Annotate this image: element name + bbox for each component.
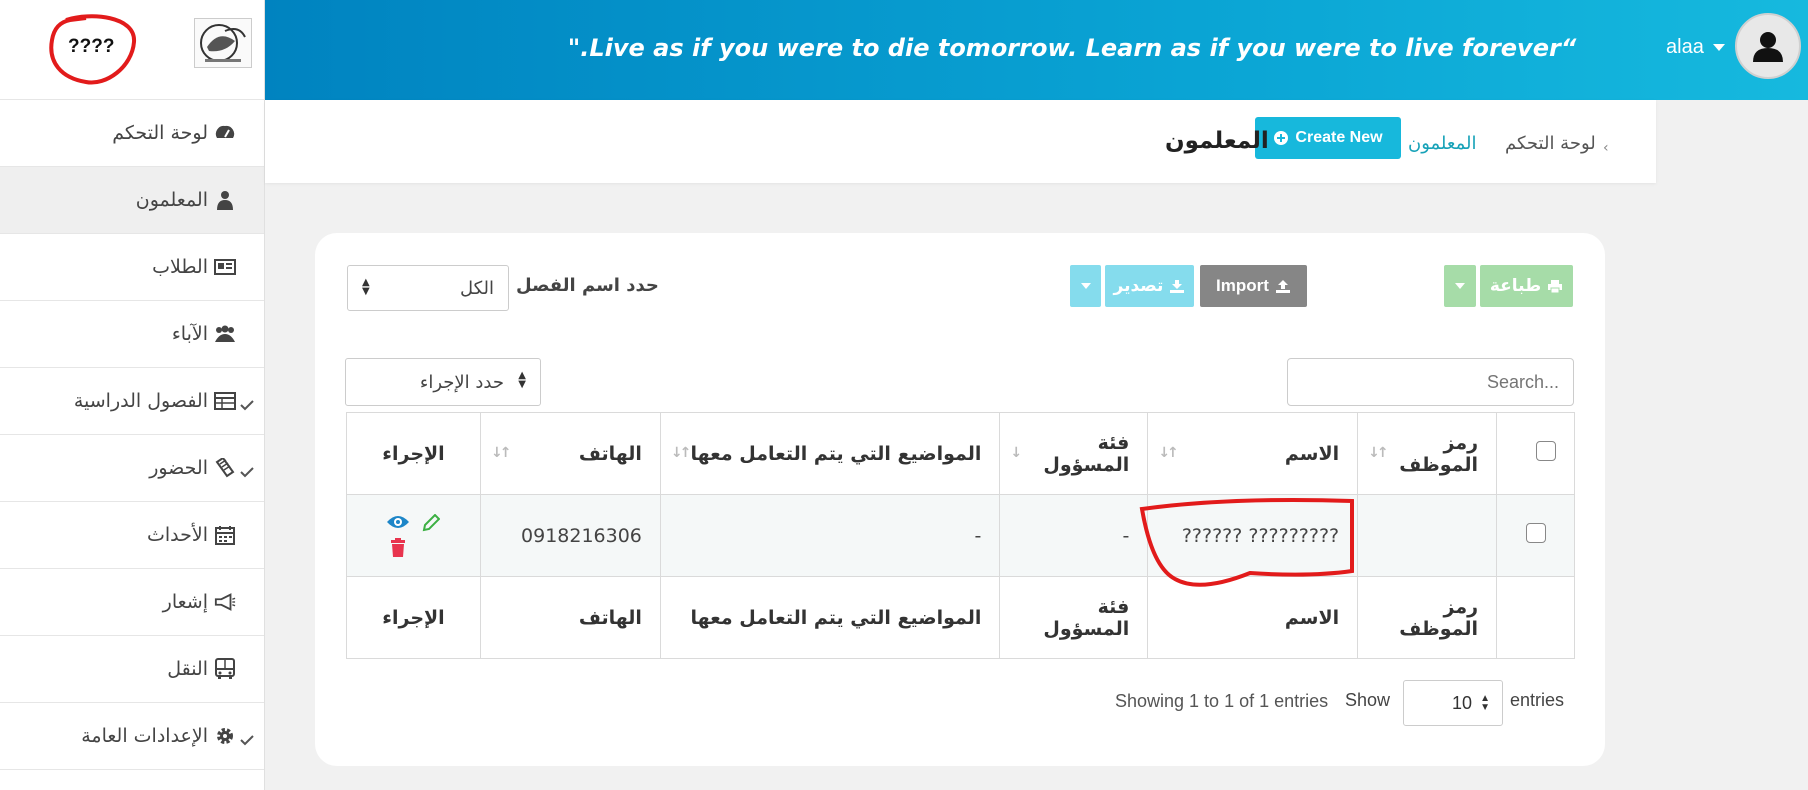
sidebar-item-attendance[interactable]: الحضور: [0, 435, 264, 502]
cell-name: ?????? ?????????: [1147, 494, 1359, 577]
cell-code: [1357, 494, 1498, 577]
show-label: Show: [1345, 690, 1391, 710]
avatar[interactable]: [1735, 13, 1801, 79]
header-quote: ".Live as if you were to die tomorrow. L…: [567, 34, 1577, 62]
sidebar-item-classes[interactable]: الفصول الدراسية: [0, 368, 264, 435]
gear-icon: [214, 725, 236, 747]
breadcrumb: ‹ لوحة التحكم المعلمون Create New المعلم…: [265, 100, 1656, 183]
logo-text: ????: [68, 36, 115, 57]
import-button[interactable]: Import: [1200, 265, 1307, 307]
sort-icon: ↑↓: [670, 445, 692, 461]
breadcrumb-chevron-icon: ‹: [1603, 140, 1609, 156]
plus-circle-icon: [1274, 131, 1289, 145]
search-input[interactable]: [1287, 358, 1574, 406]
sidebar-item-transport[interactable]: النقل: [0, 636, 264, 703]
sort-arrows-icon: ▲ ▼: [518, 370, 526, 390]
sidebar-item-parents[interactable]: الآباء: [0, 301, 264, 368]
parents-group-icon: [214, 323, 236, 345]
bus-icon: [214, 658, 236, 680]
logo-area: ????: [0, 0, 264, 100]
col-employee-code[interactable]: رمز الموظف ↑↓: [1357, 412, 1498, 495]
user-caret-icon[interactable]: [1713, 44, 1725, 51]
class-filter-select[interactable]: ▲ ▼ الكل: [347, 265, 509, 311]
entries-label: entries: [1510, 690, 1565, 710]
sidebar-item-events[interactable]: الأحداث: [0, 502, 264, 569]
teacher-icon: [214, 189, 236, 211]
select-all-checkbox[interactable]: [1536, 441, 1556, 461]
sort-icon: ↑↓: [490, 445, 512, 461]
teachers-card: طباعة Import تصدير حدد اسم الفصل ▲ ▼ الكل…: [315, 233, 1605, 766]
sort-icon: ↑↓: [1368, 445, 1389, 461]
printer-icon: [1548, 279, 1563, 293]
attendance-icon: [214, 457, 236, 479]
export-button[interactable]: تصدير: [1105, 265, 1194, 307]
foot-phone: الهاتف: [479, 576, 661, 659]
foot-subjects: المواضيع التي يتم التعامل معها: [659, 576, 1001, 659]
page-length-select[interactable]: 10 ▲ ▼: [1403, 680, 1503, 726]
foot-employee-code: رمز الموظف: [1357, 576, 1498, 659]
sort-arrows-icon: ▲ ▼: [362, 277, 370, 297]
create-new-button[interactable]: Create New: [1255, 117, 1401, 159]
sort-arrows-icon: ▲ ▼: [1480, 693, 1490, 713]
view-eye-icon[interactable]: [386, 514, 410, 530]
breadcrumb-teachers[interactable]: المعلمون: [1408, 133, 1476, 154]
export-dropdown-toggle[interactable]: [1070, 265, 1101, 307]
calendar-icon: [214, 524, 236, 546]
foot-action: الإجراء: [346, 576, 481, 659]
check-chevron-icon: [240, 729, 254, 751]
select-all-cell: [1496, 412, 1575, 495]
sidebar: ???? لوحة التحكم المعلمون الطلاب الآباء: [0, 0, 265, 790]
page-title: المعلمون: [1165, 128, 1269, 154]
upload-icon: [1275, 279, 1290, 293]
row-checkbox[interactable]: [1525, 523, 1546, 543]
cell-subjects: -: [659, 494, 1001, 577]
student-card-icon: [214, 256, 236, 278]
breadcrumb-home[interactable]: لوحة التحكم: [1505, 133, 1596, 154]
foot-name: الاسم: [1147, 576, 1359, 659]
table-icon: [214, 390, 236, 412]
megaphone-icon: [214, 591, 236, 613]
sidebar-item-teachers[interactable]: المعلمون: [0, 167, 264, 234]
teachers-table: رمز الموظف ↑↓ الاسم ↑↓ فئة المسؤول ↓ المواض…: [346, 412, 1575, 659]
school-logo-image: [194, 18, 252, 68]
sort-icon: ↓: [1010, 445, 1022, 461]
col-name[interactable]: الاسم ↑↓: [1147, 412, 1359, 495]
sort-icon: ↑↓: [1158, 445, 1179, 461]
sidebar-item-notifications[interactable]: إشعار: [0, 569, 264, 636]
sidebar-item-dashboard[interactable]: لوحة التحكم: [0, 100, 264, 167]
col-category[interactable]: فئة المسؤول ↓: [999, 412, 1149, 495]
dashboard-icon: [214, 122, 236, 144]
check-chevron-icon: [240, 394, 254, 416]
sidebar-item-students[interactable]: الطلاب: [0, 234, 264, 301]
cell-category: -: [999, 494, 1149, 577]
print-button[interactable]: طباعة: [1480, 265, 1573, 307]
top-header: ".Live as if you were to die tomorrow. L…: [265, 0, 1808, 100]
col-phone[interactable]: الهاتف ↑↓: [479, 412, 661, 495]
table-info: Showing 1 to 1 of 1 entries: [1115, 691, 1329, 711]
sidebar-item-settings[interactable]: الإعدادات العامة: [0, 703, 264, 770]
user-name[interactable]: alaa: [1666, 36, 1704, 59]
download-icon: [1170, 279, 1185, 293]
foot-category: فئة المسؤول: [999, 576, 1149, 659]
delete-trash-icon[interactable]: [389, 538, 407, 558]
caret-down-icon: [1455, 283, 1465, 289]
caret-down-icon: [1080, 283, 1091, 289]
edit-pencil-icon[interactable]: [422, 514, 441, 532]
col-subjects[interactable]: المواضيع التي يتم التعامل معها ↑↓: [659, 412, 1001, 495]
cell-phone: 0918216306: [479, 494, 661, 577]
print-dropdown-toggle[interactable]: [1444, 265, 1476, 307]
col-action: الإجراء: [346, 412, 481, 495]
check-chevron-icon: [240, 461, 254, 483]
bulk-action-select[interactable]: ▲ ▼ حدد الإجراء: [345, 358, 541, 406]
cell-actions: [346, 494, 481, 577]
class-filter-label: حدد اسم الفصل: [516, 275, 659, 296]
table-row: ?????? ????????? - - 0918216306: [346, 494, 1575, 577]
